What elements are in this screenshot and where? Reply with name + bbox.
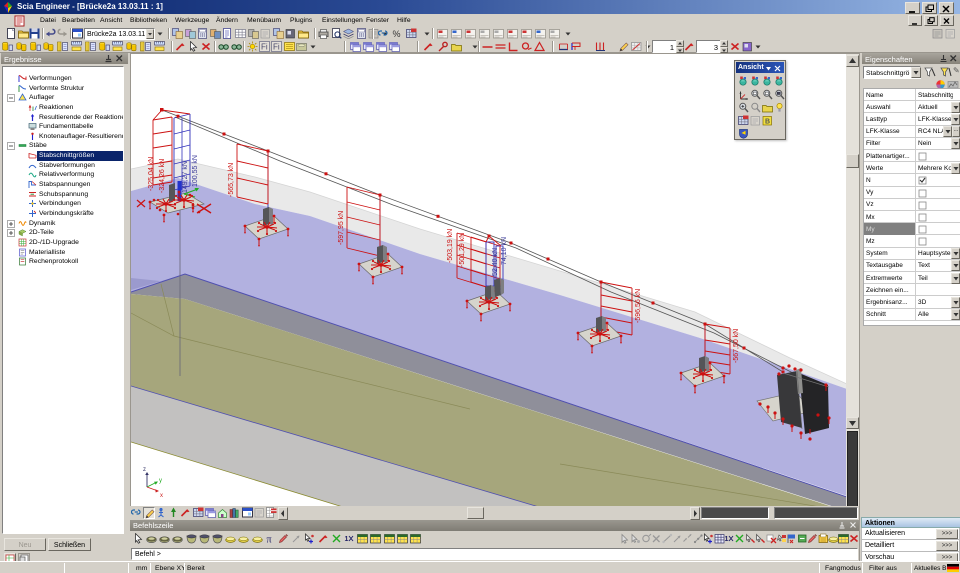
svg-text:52,40 kN: 52,40 kN — [492, 248, 499, 276]
svg-text:-503,19 kN: -503,19 kN — [447, 229, 454, 263]
svg-text:74,10 kN: 74,10 kN — [501, 237, 508, 265]
svg-text:-565,73 kN: -565,73 kN — [228, 163, 235, 197]
svg-text:-325,04 kN: -325,04 kN — [148, 157, 155, 191]
svg-text:y: y — [159, 478, 162, 484]
svg-text:149,27 kN: 149,27 kN — [182, 161, 189, 193]
svg-text:-501,29 kN: -501,29 kN — [459, 233, 466, 267]
svg-text:x: x — [160, 493, 163, 499]
svg-text:B: B — [765, 119, 770, 126]
svg-text:-324,26 kN: -324,26 kN — [159, 159, 166, 193]
svg-text:z: z — [143, 467, 146, 473]
svg-text:100,55 kN: 100,55 kN — [192, 155, 199, 187]
svg-text:%: % — [393, 29, 401, 39]
svg-text:Fi: Fi — [261, 42, 268, 51]
svg-text:-567,50 kN: -567,50 kN — [733, 329, 740, 363]
svg-text:Fi: Fi — [273, 42, 280, 51]
svg-text:-596,56 kN: -596,56 kN — [635, 289, 642, 323]
svg-text:1: 1 — [725, 536, 729, 543]
svg-text:1: 1 — [345, 536, 349, 543]
svg-text:-597,95 kN: -597,95 kN — [338, 211, 345, 245]
svg-text:π: π — [266, 535, 271, 545]
